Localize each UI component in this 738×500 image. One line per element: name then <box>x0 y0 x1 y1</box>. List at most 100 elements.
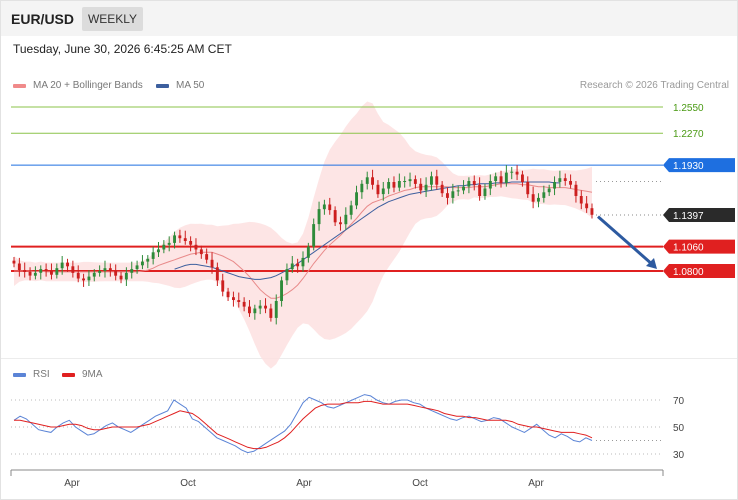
candle-body <box>44 269 48 271</box>
candle-body <box>173 235 176 243</box>
candle-body <box>579 196 583 204</box>
candle-body <box>435 176 439 185</box>
candle-body <box>215 267 219 281</box>
candle-body <box>424 184 428 191</box>
rsi-line <box>13 394 593 454</box>
candle-body <box>183 238 187 241</box>
candle-body <box>590 208 594 215</box>
candle-body <box>103 268 107 271</box>
candle-body <box>114 271 118 276</box>
candle-body <box>248 306 251 314</box>
x-tick-label: Apr <box>528 478 544 489</box>
candle-body <box>60 262 64 269</box>
candle-body <box>526 182 530 195</box>
candle-body <box>322 204 326 210</box>
candle-body <box>515 171 519 175</box>
price-label-resistance: 1.1930 <box>673 161 704 172</box>
candle-body <box>285 269 289 281</box>
candle-body <box>317 209 321 225</box>
candle-body <box>124 272 128 280</box>
candle-body <box>558 178 562 182</box>
candle-body <box>82 278 85 281</box>
candle-body <box>339 222 342 225</box>
candle-body <box>221 280 225 292</box>
candle-body <box>119 275 123 280</box>
candle-body <box>306 246 310 258</box>
candle-body <box>17 263 21 271</box>
x-tick-label: Oct <box>412 478 428 489</box>
candle-body <box>199 249 203 255</box>
candle-body <box>210 259 214 268</box>
candle-body <box>71 266 75 273</box>
candle-body <box>478 184 482 196</box>
candle-body <box>232 297 235 300</box>
candle-body <box>33 272 37 276</box>
candle-body <box>242 301 246 307</box>
candle-body <box>28 271 32 276</box>
candle-body <box>381 188 385 195</box>
candle-body <box>510 171 514 173</box>
candle-body <box>403 181 407 182</box>
candle-body <box>92 272 96 277</box>
candle-body <box>55 268 59 275</box>
x-tick-label: Apr <box>296 478 312 489</box>
candle-body <box>585 203 589 209</box>
candle-body <box>50 271 53 275</box>
candle-body <box>413 179 417 184</box>
candle-body <box>290 263 294 270</box>
candle-body <box>574 184 578 196</box>
candle-body <box>387 182 391 189</box>
x-tick-label: Apr <box>64 478 80 489</box>
candle-body <box>264 305 267 309</box>
price-label-support: 1.1060 <box>673 243 704 254</box>
candle-body <box>274 301 278 318</box>
candle-body <box>547 188 551 193</box>
candle-body <box>456 190 460 192</box>
price-label-support: 1.0800 <box>673 267 704 278</box>
candle-body <box>563 178 567 181</box>
rsi-ma-line <box>14 400 593 450</box>
rsi-tick-label: 50 <box>673 423 685 434</box>
candle-body <box>296 263 300 267</box>
candle-body <box>419 183 423 191</box>
candle-body <box>269 308 273 318</box>
candle-body <box>162 244 166 250</box>
candle-body <box>328 204 332 211</box>
candle-body <box>87 276 91 281</box>
candle-body <box>130 269 134 273</box>
price-label-target: 1.2550 <box>673 103 704 114</box>
candle-body <box>488 181 492 189</box>
candle-body <box>504 172 508 183</box>
candle-body <box>98 271 102 273</box>
candle-body <box>349 205 353 215</box>
rsi-tick-label: 70 <box>673 396 685 407</box>
x-tick-label: Oct <box>180 478 196 489</box>
candle-body <box>360 183 364 193</box>
candle-body <box>365 177 369 184</box>
price-label-last: 1.1397 <box>673 211 704 222</box>
candle-body <box>66 262 69 267</box>
candle-body <box>178 235 182 239</box>
candle-body <box>494 176 498 181</box>
candle-body <box>542 192 546 198</box>
candle-body <box>141 261 144 266</box>
rsi-tick-label: 30 <box>673 450 685 461</box>
candle-body <box>12 260 16 264</box>
candle-body <box>253 308 257 314</box>
candle-body <box>189 241 193 245</box>
candle-body <box>226 291 230 298</box>
forecast-arrow-shaft <box>597 215 654 267</box>
candle-body <box>397 181 401 188</box>
candle-body <box>462 186 465 191</box>
candle-body <box>499 176 503 183</box>
candle-body <box>258 305 262 309</box>
candle-body <box>467 181 471 187</box>
candle-body <box>157 249 160 253</box>
candle-body <box>376 184 380 195</box>
candle-body <box>108 268 112 271</box>
candle-body <box>151 252 155 259</box>
candle-body <box>39 269 43 273</box>
candle-body <box>205 254 209 260</box>
candle-body <box>237 300 241 302</box>
bollinger-band <box>14 101 592 369</box>
